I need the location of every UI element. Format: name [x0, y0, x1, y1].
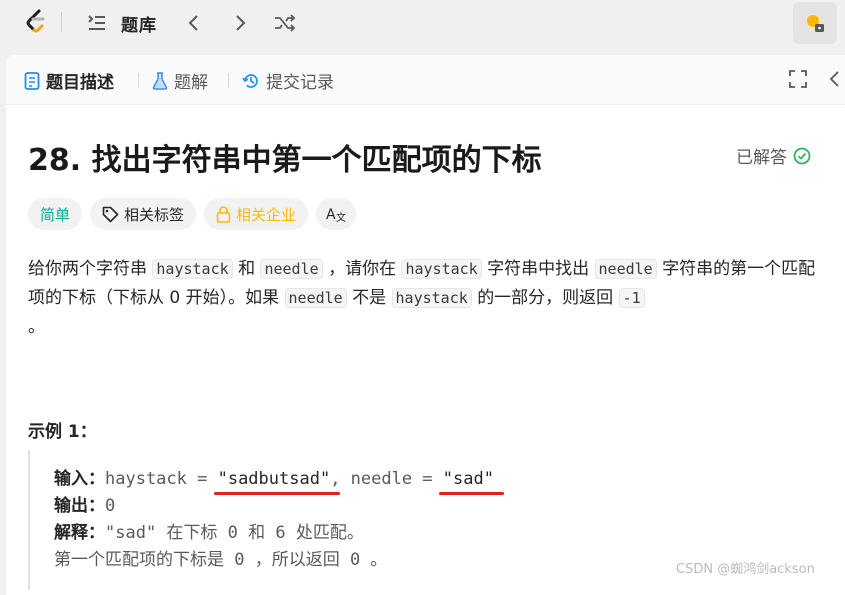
- solved-label: 已解答: [736, 148, 787, 168]
- needle-value: "sad": [438, 469, 504, 495]
- explain-label: 解释：: [54, 523, 105, 543]
- input-label: 输入：: [54, 469, 105, 489]
- flask-icon: [152, 71, 168, 90]
- prev-problem-icon[interactable]: [181, 11, 205, 35]
- translate-icon: A文: [326, 207, 346, 223]
- tab-solutions[interactable]: 题解: [152, 68, 208, 93]
- history-icon: [242, 72, 260, 90]
- tab-label: 提交记录: [266, 73, 334, 93]
- avatar-icon[interactable]: [793, 2, 837, 44]
- desc-text: 的一部分，则返回: [477, 288, 614, 308]
- desc-text: ，请你在: [328, 259, 397, 279]
- svg-text:A: A: [326, 207, 336, 223]
- difficulty-badge: 简单: [28, 198, 83, 230]
- tag-icon: [102, 206, 119, 223]
- input-text: , needle =: [330, 469, 443, 489]
- problem-description: 给你两个字符串 haystack 和 needle ，请你在 haystack …: [28, 255, 828, 342]
- inline-code: needle: [260, 259, 323, 279]
- example-output-line: 输出：0: [54, 491, 115, 516]
- inline-code: needle: [594, 259, 657, 279]
- related-companies-button[interactable]: 相关企业: [204, 198, 309, 230]
- haystack-value: "sadbutsad": [213, 469, 341, 495]
- tab-description[interactable]: 题目描述: [24, 68, 114, 93]
- leetcode-logo-icon[interactable]: [22, 8, 50, 36]
- explain-value: "sad" 在下标 0 和 6 处匹配。: [105, 523, 364, 543]
- page-title: 28. 找出字符串中第一个匹配项的下标: [28, 143, 542, 178]
- divider: [61, 12, 62, 32]
- tab-divider: [138, 73, 139, 88]
- haystack-text: "sadbutsad": [217, 469, 331, 489]
- tab-divider: [228, 73, 229, 88]
- tab-submissions[interactable]: 提交记录: [242, 68, 334, 93]
- svg-text:文: 文: [336, 211, 346, 223]
- top-nav-bar: 题库: [0, 0, 845, 46]
- desc-text: 不是: [352, 288, 387, 308]
- shuffle-icon[interactable]: [273, 11, 297, 35]
- desc-text: 字符串中找出: [487, 259, 590, 279]
- collapse-icon[interactable]: [829, 70, 839, 88]
- check-circle-icon: [793, 147, 811, 164]
- input-text: haystack =: [105, 469, 218, 489]
- inline-code: haystack: [152, 259, 233, 279]
- watermark: CSDN @蜘鸿剑ackson: [676, 562, 815, 577]
- problem-list-title[interactable]: 题库: [121, 11, 157, 36]
- desc-text: 和: [238, 259, 256, 279]
- tab-label: 题解: [174, 73, 208, 93]
- problem-panel: 题目描述 题解 提交记录 28. 找出字符串中第一个匹配项的下标 已解答 简单: [6, 55, 845, 595]
- red-underline: [213, 492, 341, 495]
- desc-text: 。: [28, 317, 45, 337]
- inline-code: haystack: [401, 259, 482, 279]
- fullscreen-icon[interactable]: [789, 70, 807, 88]
- difficulty-label: 简单: [40, 205, 71, 224]
- example-title: 示例 1：: [28, 422, 97, 442]
- next-problem-icon[interactable]: [229, 11, 253, 35]
- inline-code: haystack: [391, 288, 472, 308]
- red-underline: [438, 492, 504, 495]
- example-explain-line: 解释："sad" 在下标 0 和 6 处匹配。: [54, 518, 364, 543]
- example-note-line: 第一个匹配项的下标是 0 ，所以返回 0 。: [54, 550, 388, 570]
- output-label: 输出：: [54, 496, 105, 516]
- inline-code: needle: [284, 288, 347, 308]
- description-icon: [24, 71, 40, 90]
- companies-label: 相关企业: [236, 205, 297, 224]
- inline-code: -1: [618, 288, 645, 308]
- solved-status: 已解答: [736, 143, 811, 168]
- lock-icon: [216, 205, 231, 223]
- tags-label: 相关标签: [124, 205, 185, 224]
- needle-text: "sad": [442, 469, 494, 489]
- tab-label: 题目描述: [46, 73, 114, 93]
- list-icon[interactable]: [85, 11, 109, 35]
- desc-text: 给你两个字符串: [28, 259, 147, 279]
- translate-button[interactable]: A文: [316, 198, 357, 230]
- badge-row: 简单 相关标签 相关企业 A文: [28, 198, 357, 230]
- tab-bar: 题目描述 题解 提交记录: [6, 55, 845, 105]
- output-value: 0: [105, 496, 116, 516]
- example-input-line: 输入：haystack = "sadbutsad", needle = "sad…: [54, 464, 504, 495]
- related-tags-button[interactable]: 相关标签: [90, 198, 197, 230]
